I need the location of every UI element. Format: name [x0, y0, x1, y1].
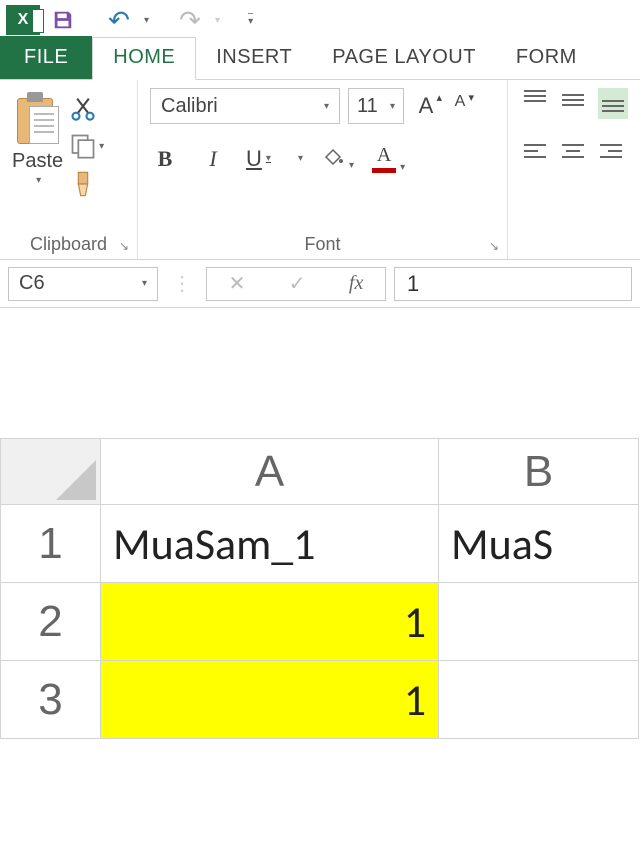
scissors-icon [69, 94, 97, 122]
ribbon-group-alignment [508, 80, 640, 259]
tab-formulas[interactable]: FORM [496, 38, 597, 79]
tab-page-layout[interactable]: PAGE LAYOUT [312, 38, 496, 79]
italic-button[interactable]: I [198, 146, 228, 172]
column-header-a[interactable]: A [101, 439, 439, 505]
paste-label: Paste [12, 150, 63, 173]
row-header-3[interactable]: 3 [1, 661, 101, 739]
cancel-button[interactable]: ✕ [229, 271, 246, 296]
redo-button[interactable]: ↷ [175, 5, 205, 35]
align-right-icon [598, 141, 624, 163]
quick-access-toolbar: ↶ ▾ ↷ ▾ ▾ [0, 0, 640, 40]
font-color-letter-icon: A [377, 144, 391, 167]
underline-button[interactable]: U▾ [246, 146, 276, 172]
row-header-2[interactable]: 2 [1, 583, 101, 661]
fill-color-swatch [321, 166, 345, 171]
name-box-value: C6 [19, 272, 45, 295]
cell-b1[interactable]: MuaS [439, 505, 639, 583]
undo-button[interactable]: ↶ [104, 5, 134, 35]
format-painter-button[interactable] [69, 170, 104, 198]
align-left-icon [522, 141, 548, 163]
save-button[interactable] [48, 5, 78, 35]
bucket-icon [322, 147, 344, 165]
redo-caret-icon[interactable]: ▾ [215, 15, 220, 26]
excel-app-icon[interactable] [6, 5, 40, 35]
align-bottom-button[interactable] [598, 88, 628, 119]
paste-caret-icon[interactable]: ▾ [36, 175, 41, 186]
clipboard-group-label: Clipboard ↘ [12, 230, 125, 257]
align-left-button[interactable] [522, 141, 548, 168]
cell-a2[interactable]: 1 [101, 583, 439, 661]
copy-button[interactable]: ▾ [69, 132, 104, 160]
tab-insert[interactable]: INSERT [196, 38, 312, 79]
font-size-caret-icon: ▾ [390, 101, 395, 112]
cell-a3[interactable]: 1 [101, 661, 439, 739]
formula-bar: C6 ▾ ⋮ ✕ ✓ fx 1 [0, 260, 640, 308]
tab-home[interactable]: HOME [92, 37, 196, 80]
align-right-button[interactable] [598, 141, 624, 168]
font-launcher-icon[interactable]: ↘ [489, 239, 499, 253]
row-header-1[interactable]: 1 [1, 505, 101, 583]
bold-button[interactable]: B [150, 146, 180, 172]
fill-caret-icon[interactable]: ▾ [349, 160, 354, 171]
column-header-b[interactable]: B [439, 439, 639, 505]
ribbon-tabs: FILE HOME INSERT PAGE LAYOUT FORM [0, 40, 640, 80]
font-group-label: Font ↘ [150, 230, 495, 257]
ribbon-group-clipboard: Paste ▾ ▾ Clipboard ↘ [0, 80, 138, 259]
border-caret-icon[interactable]: ▾ [298, 153, 303, 164]
align-top-button[interactable] [522, 88, 548, 119]
formula-bar-buttons: ✕ ✓ fx [206, 267, 386, 301]
font-name-caret-icon: ▾ [324, 101, 329, 112]
formula-input-value: 1 [407, 271, 419, 297]
fontcolor-caret-icon[interactable]: ▾ [400, 162, 405, 173]
paste-button[interactable] [15, 92, 61, 148]
border-button[interactable]: ▾ [294, 153, 303, 164]
formula-bar-separator: ⋮ [166, 271, 198, 296]
worksheet-grid: A B 1 MuaSam_1 MuaS 2 1 3 1 [0, 438, 640, 739]
font-size-value: 11 [357, 95, 378, 118]
paintbrush-icon [69, 170, 97, 198]
insert-function-button[interactable]: fx [349, 272, 363, 295]
enter-button[interactable]: ✓ [289, 271, 306, 296]
underline-caret-icon[interactable]: ▾ [266, 153, 271, 164]
customize-qat-caret-icon[interactable]: ▾ [248, 13, 253, 27]
align-top-icon [522, 88, 548, 110]
cell-a1[interactable]: MuaSam_1 [101, 505, 439, 583]
font-size-select[interactable]: 11 ▾ [348, 88, 404, 124]
fill-color-button[interactable]: ▾ [321, 147, 354, 171]
formula-input[interactable]: 1 [394, 267, 632, 301]
grow-font-button[interactable]: A▴ [412, 93, 440, 119]
cut-button[interactable] [69, 94, 104, 122]
name-box-caret-icon: ▾ [142, 278, 147, 289]
ribbon: Paste ▾ ▾ Clipboard ↘ [0, 80, 640, 260]
font-name-select[interactable]: Calibri ▾ [150, 88, 340, 124]
align-bottom-icon [600, 90, 626, 112]
cell-b2[interactable] [439, 583, 639, 661]
name-box[interactable]: C6 ▾ [8, 267, 158, 301]
align-center-button[interactable] [560, 141, 586, 168]
shrink-font-button[interactable]: A▾ [446, 93, 474, 119]
align-center-icon [560, 141, 586, 163]
clipboard-launcher-icon[interactable]: ↘ [119, 239, 129, 253]
select-all-corner[interactable] [1, 439, 101, 505]
font-color-swatch [372, 168, 396, 173]
undo-caret-icon[interactable]: ▾ [144, 15, 149, 26]
alignment-group-label [522, 230, 628, 257]
align-middle-icon [560, 88, 586, 110]
save-icon [52, 9, 74, 31]
ribbon-group-font: Calibri ▾ 11 ▾ A▴ A▾ B I U▾ ▾ [138, 80, 508, 259]
font-name-value: Calibri [161, 95, 218, 118]
align-middle-button[interactable] [560, 88, 586, 119]
copy-caret-icon[interactable]: ▾ [99, 141, 104, 152]
copy-icon [69, 132, 97, 160]
font-color-button[interactable]: A ▾ [372, 144, 405, 173]
cell-b3[interactable] [439, 661, 639, 739]
tab-file[interactable]: FILE [0, 36, 92, 79]
